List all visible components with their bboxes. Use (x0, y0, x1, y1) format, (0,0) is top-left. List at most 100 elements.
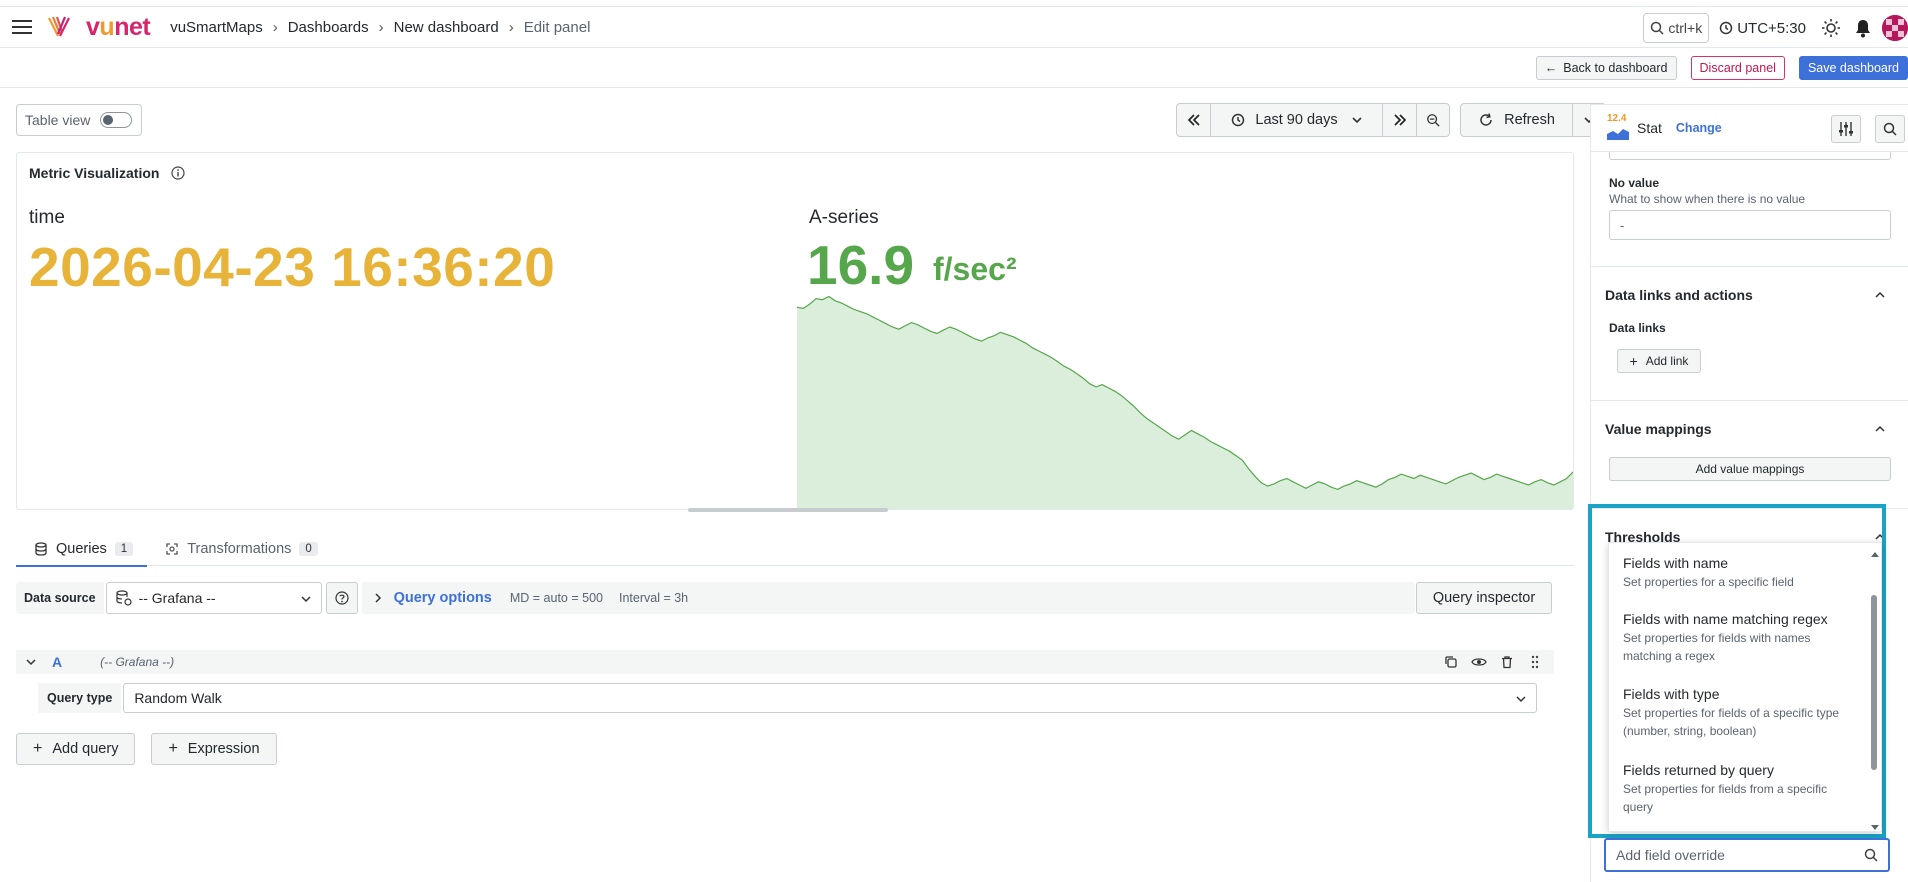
timezone-picker[interactable]: UTC+5:30 (1719, 20, 1806, 37)
no-value-title: No value (1609, 176, 1660, 190)
breadcrumb-separator-icon: › (272, 18, 278, 36)
visualization-name: Stat (1637, 120, 1662, 136)
chevron-up-icon[interactable] (1875, 425, 1885, 433)
breadcrumb-separator-icon: › (508, 18, 514, 36)
transform-icon (166, 543, 178, 555)
dropdown-option-fields-matching-regex[interactable]: Fields with name matching regex Set prop… (1623, 611, 1859, 665)
options-search-button[interactable] (1875, 115, 1905, 143)
back-to-dashboard-button[interactable]: ← Back to dashboard (1535, 55, 1677, 80)
search-icon (1864, 848, 1878, 862)
change-visualization-link[interactable]: Change (1676, 121, 1722, 135)
top-navbar: vunet vuSmartMaps › Dashboards › New das… (0, 6, 1908, 48)
breadcrumb-dashboards[interactable]: Dashboards (288, 19, 369, 36)
clock-icon (1232, 113, 1245, 127)
data-links-title[interactable]: Data links and actions (1605, 287, 1753, 303)
value-mappings-title[interactable]: Value mappings (1605, 421, 1712, 437)
editor-tabs: Queries 1 Transformations 0 (16, 532, 1574, 567)
query-toolbar: Data source -- Grafana -- Query options … (16, 582, 1415, 614)
arrow-left-icon: ← (1544, 60, 1558, 75)
plus-icon: + (1629, 353, 1638, 369)
help-icon (334, 591, 349, 605)
query-type-row: Query type Random Walk (38, 683, 1538, 713)
breadcrumb-home[interactable]: vuSmartMaps (170, 19, 263, 36)
clock-icon (1719, 21, 1733, 35)
plus-icon: + (168, 740, 178, 757)
table-view-switch[interactable]: Table view (16, 104, 142, 136)
timezone-label: UTC+5:30 (1737, 19, 1806, 37)
query-options-toggle[interactable]: Query options MD = auto = 500 Interval =… (361, 582, 1415, 614)
search-button[interactable]: ctrl+k (1643, 13, 1710, 43)
breadcrumb: vuSmartMaps › Dashboards › New dashboard… (170, 19, 590, 36)
stat-visualization-icon: 12.4 (1607, 113, 1629, 140)
time-shift-back-button[interactable] (1177, 104, 1211, 136)
zoom-out-icon (1427, 114, 1440, 127)
table-view-toggle[interactable] (100, 112, 133, 128)
query-inspector-button[interactable]: Query inspector (1416, 582, 1552, 614)
time-controls: Last 90 days Refresh (1176, 103, 1606, 137)
zoom-out-button[interactable] (1417, 104, 1449, 136)
tab-transformations[interactable]: Transformations 0 (147, 532, 332, 566)
search-icon (1883, 122, 1897, 136)
database-icon (35, 542, 47, 556)
query-type-select[interactable]: Random Walk (123, 683, 1538, 713)
double-chevron-right-icon (1393, 114, 1406, 126)
add-link-button[interactable]: + Add link (1617, 349, 1701, 373)
panel-title: Metric Visualization (29, 165, 186, 181)
plus-icon: + (33, 740, 43, 757)
datasource-select[interactable]: -- Grafana -- (105, 582, 322, 614)
options-filter-button[interactable] (1831, 115, 1861, 143)
delete-query-trash-icon[interactable] (1498, 653, 1516, 671)
add-expression-button[interactable]: + Expression (151, 733, 277, 765)
queries-count-badge: 1 (114, 542, 134, 556)
theme-toggle-icon[interactable] (1818, 15, 1844, 41)
data-links-section: Data links and actions Data links + Add … (1591, 266, 1908, 400)
breadcrumb-new-dashboard[interactable]: New dashboard (394, 19, 499, 36)
save-dashboard-button[interactable]: Save dashboard (1798, 55, 1908, 80)
chevron-up-icon[interactable] (1875, 291, 1885, 299)
brand-logo[interactable]: vunet (46, 13, 151, 42)
datasource-icon (115, 590, 132, 606)
menu-icon[interactable] (0, 6, 44, 48)
dropdown-option-fields-with-name[interactable]: Fields with name Set properties for a sp… (1623, 555, 1859, 591)
clipped-option-input[interactable] (1609, 152, 1891, 160)
no-value-input[interactable]: - (1609, 210, 1891, 240)
chevron-down-icon (1516, 696, 1526, 703)
datasource-help-button[interactable] (325, 582, 358, 614)
duplicate-query-icon[interactable] (1442, 653, 1460, 671)
scroll-up-arrow-icon[interactable] (1871, 551, 1879, 557)
add-query-button[interactable]: + Add query (16, 733, 136, 765)
time-range-picker[interactable]: Last 90 days (1211, 104, 1383, 136)
tab-queries[interactable]: Queries 1 (16, 532, 148, 567)
query-datasource-name: (-- Grafana --) (100, 655, 175, 669)
info-icon[interactable] (171, 166, 186, 180)
time-shift-forward-button[interactable] (1383, 104, 1417, 136)
panel-resize-handle[interactable] (688, 508, 888, 512)
refresh-icon (1480, 113, 1492, 126)
discard-panel-button[interactable]: Discard panel (1690, 55, 1785, 80)
add-value-mappings-button[interactable]: Add value mappings (1609, 457, 1891, 481)
stat-series-label: A-series (809, 207, 879, 228)
notifications-bell-icon[interactable] (1850, 15, 1876, 41)
no-value-description: What to show when there is no value (1609, 192, 1806, 206)
chevron-down-icon[interactable] (26, 658, 36, 666)
query-ref-id[interactable]: A (52, 654, 62, 670)
dropdown-option-fields-with-type[interactable]: Fields with type Set properties for fiel… (1623, 686, 1859, 740)
add-field-override-input[interactable]: Add field override (1604, 838, 1890, 872)
refresh-button[interactable]: Refresh (1461, 104, 1573, 136)
dropdown-option-fields-returned-by-query[interactable]: Fields returned by query Set properties … (1623, 762, 1859, 816)
query-type-label: Query type (38, 683, 122, 713)
user-avatar[interactable] (1882, 15, 1908, 41)
toggle-visibility-eye-icon[interactable] (1470, 653, 1488, 671)
drag-handle-icon[interactable] (1526, 653, 1544, 671)
search-icon (1651, 21, 1664, 35)
dropdown-scroll-thumb[interactable] (1871, 595, 1877, 770)
visualization-picker-header: 12.4 Stat Change (1590, 104, 1908, 152)
sparkline-chart (797, 295, 1573, 509)
chevron-down-icon (1352, 117, 1362, 124)
panel-preview: Metric Visualization time 2026-04-23 16:… (16, 152, 1574, 510)
scroll-down-arrow-icon[interactable] (1871, 825, 1879, 831)
search-shortcut: ctrl+k (1668, 20, 1703, 36)
query-row-header[interactable]: A (-- Grafana --) (16, 650, 1554, 674)
breadcrumb-current: Edit panel (523, 18, 591, 36)
datasource-label: Data source (16, 582, 104, 614)
